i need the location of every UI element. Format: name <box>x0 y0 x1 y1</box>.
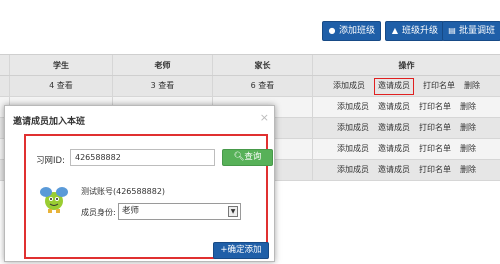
print-list-link[interactable]: 打印名单 <box>419 139 451 159</box>
add-member-link[interactable]: 添加成员 <box>337 160 369 180</box>
row-operations: 添加成员 邀请成员 打印名单 删除 <box>313 160 500 180</box>
row-operations: 添加成员 邀请成员 打印名单 删除 <box>313 118 500 138</box>
delete-link[interactable]: 删除 <box>460 139 476 159</box>
add-member-link[interactable]: 添加成员 <box>337 97 369 117</box>
add-member-link[interactable]: 添加成员 <box>337 118 369 138</box>
class-upgrade-button[interactable]: ▲ 班级升级 <box>385 21 445 41</box>
document-icon: ▤ <box>448 26 456 35</box>
table-row: 4 查看 3 查看 6 查看 添加成员 邀请成员 打印名单 删除 <box>0 76 500 97</box>
role-select[interactable]: 老师 ▼ <box>118 203 241 220</box>
table-header: 学生 老师 家长 操作 <box>0 54 500 76</box>
add-member-link[interactable]: 添加成员 <box>337 139 369 159</box>
confirm-add-button[interactable]: +确定添加 <box>213 242 269 259</box>
search-icon: 🔍︎ <box>233 152 245 162</box>
header-operations: 操作 <box>398 61 415 70</box>
search-label: 查询 <box>244 152 262 162</box>
role-select-value: 老师 <box>122 206 140 216</box>
add-class-label: 添加班级 <box>339 26 376 36</box>
toolbar: ● 添加班级 ▲ 班级升级 ▤ 批量调班 <box>0 0 500 48</box>
parents-count-link[interactable]: 6 查看 <box>213 76 313 96</box>
row-operations: 添加成员 邀请成员 打印名单 删除 <box>313 76 500 96</box>
delete-link[interactable]: 删除 <box>460 118 476 138</box>
invite-member-link[interactable]: 邀请成员 <box>378 139 410 159</box>
plus-icon: + <box>220 245 228 255</box>
invite-member-link[interactable]: 邀请成员 <box>378 97 410 117</box>
search-button[interactable]: 🔍︎查询 <box>222 149 273 166</box>
header-students: 学生 <box>10 55 113 75</box>
batch-adjust-button[interactable]: ▤ 批量调班 <box>442 21 500 41</box>
row-operations: 添加成员 邀请成员 打印名单 删除 <box>313 97 500 117</box>
print-list-link[interactable]: 打印名单 <box>423 76 455 96</box>
class-upgrade-label: 班级升级 <box>402 26 439 36</box>
print-list-link[interactable]: 打印名单 <box>419 97 451 117</box>
upgrade-icon: ▲ <box>391 26 399 35</box>
close-icon[interactable]: × <box>260 111 269 124</box>
teachers-count-link[interactable]: 3 查看 <box>113 76 213 96</box>
account-info: 测试账号(426588882) <box>81 187 166 196</box>
delete-link[interactable]: 删除 <box>460 97 476 117</box>
header-parents: 家长 <box>213 55 313 75</box>
invite-member-link[interactable]: 邀请成员 <box>378 118 410 138</box>
id-label: 习网ID: <box>36 156 65 166</box>
avatar <box>40 187 68 213</box>
delete-link[interactable]: 删除 <box>464 76 480 96</box>
students-count-link[interactable]: 4 查看 <box>10 76 113 96</box>
print-list-link[interactable]: 打印名单 <box>419 160 451 180</box>
invite-member-link[interactable]: 邀请成员 <box>378 160 410 180</box>
row-operations: 添加成员 邀请成员 打印名单 删除 <box>313 139 500 159</box>
invite-member-link[interactable]: 邀请成员 <box>374 78 414 95</box>
user-icon: ● <box>328 26 336 35</box>
role-label: 成员身份: <box>81 208 116 217</box>
id-input[interactable]: 426588882 <box>70 149 215 166</box>
batch-adjust-label: 批量调班 <box>459 26 496 36</box>
delete-link[interactable]: 删除 <box>460 160 476 180</box>
invite-member-dialog: 邀请成员加入本班 × 习网ID: 426588882 🔍︎查询 测试账号(426… <box>4 105 275 262</box>
dialog-title: 邀请成员加入本班 <box>13 117 86 127</box>
add-member-link[interactable]: 添加成员 <box>333 76 365 96</box>
confirm-add-label: 确定添加 <box>227 245 262 255</box>
chevron-down-icon: ▼ <box>228 206 238 217</box>
print-list-link[interactable]: 打印名单 <box>419 118 451 138</box>
header-teachers: 老师 <box>113 55 213 75</box>
add-class-button[interactable]: ● 添加班级 <box>322 21 382 41</box>
dialog-body: 习网ID: 426588882 🔍︎查询 测试账号(426588882) 成员身… <box>24 134 273 259</box>
